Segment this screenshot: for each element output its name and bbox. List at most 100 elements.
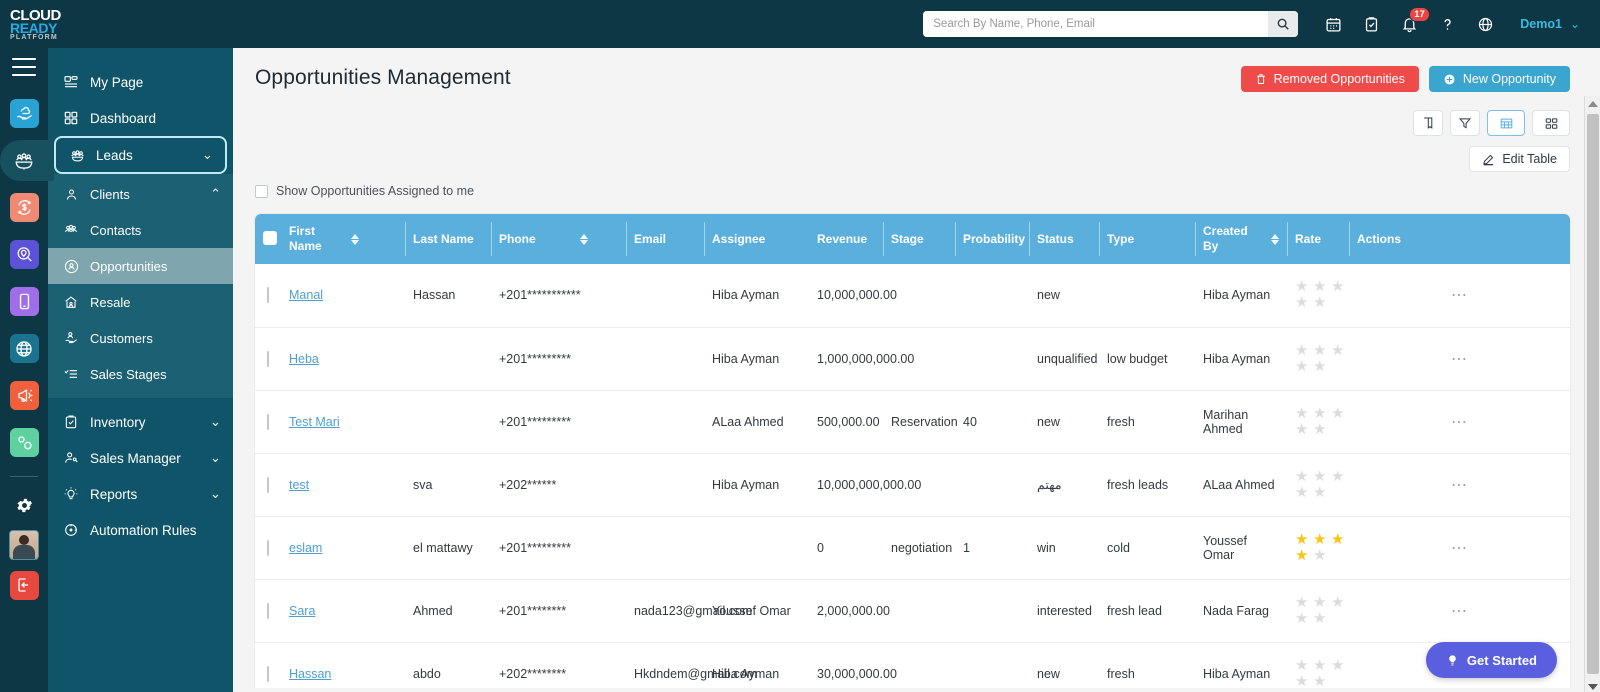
star-icon[interactable]: ★: [1331, 657, 1349, 674]
sidebar-item-sales-stages[interactable]: Sales Stages: [48, 356, 233, 392]
star-icon[interactable]: ★: [1313, 421, 1331, 438]
menu-toggle-icon[interactable]: [12, 58, 36, 76]
star-icon[interactable]: ★: [1331, 531, 1349, 548]
rail-item-megaphone[interactable]: [0, 372, 48, 419]
column-rate[interactable]: Rate: [1287, 214, 1349, 264]
star-icon[interactable]: ★: [1295, 405, 1313, 422]
column-revenue[interactable]: Revenue: [809, 214, 883, 264]
sidebar-item-leads[interactable]: Leads ⌄: [54, 136, 227, 174]
rail-item-leads[interactable]: [0, 137, 54, 184]
rail-item-hand-cloud[interactable]: [0, 90, 48, 137]
table-view-icon[interactable]: [1487, 110, 1525, 136]
logout-icon[interactable]: [0, 565, 48, 605]
removed-opportunities-button[interactable]: Removed Opportunities: [1240, 66, 1419, 92]
cell-rate[interactable]: ★ ★ ★ ★ ★: [1287, 327, 1349, 391]
column-created-by[interactable]: Created By: [1195, 214, 1287, 264]
star-icon[interactable]: ★: [1295, 295, 1313, 311]
scroll-down-arrow[interactable]: [1585, 684, 1600, 690]
settings-gear-icon[interactable]: [0, 485, 48, 525]
bookmark-icon[interactable]: [1413, 110, 1443, 136]
table-row[interactable]: Manal Hassan +201*********** Hiba Ayman 10,0…: [255, 264, 1570, 328]
select-all-header[interactable]: [255, 214, 281, 264]
star-icon[interactable]: ★: [1313, 358, 1331, 375]
star-icon[interactable]: ★: [1331, 279, 1349, 295]
star-icon[interactable]: ★: [1313, 610, 1331, 627]
cell-rate[interactable]: ★ ★ ★ ★ ★: [1287, 264, 1349, 328]
new-opportunity-button[interactable]: New Opportunity: [1428, 66, 1570, 92]
sidebar-item-sales-manager[interactable]: Sales Manager ⌄: [48, 440, 233, 476]
star-icon[interactable]: ★: [1295, 610, 1313, 627]
get-started-button[interactable]: Get Started: [1425, 642, 1557, 678]
clipboard-check-icon[interactable]: [1354, 7, 1388, 41]
first-name-link[interactable]: eslam: [289, 541, 322, 555]
column-probability[interactable]: Probability: [955, 214, 1029, 264]
row-actions-menu[interactable]: ⋯: [1349, 327, 1570, 391]
first-name-link[interactable]: Test Mari: [289, 415, 340, 429]
globe-icon[interactable]: [1468, 7, 1502, 41]
row-actions-menu[interactable]: ⋯: [1349, 264, 1570, 328]
table-row[interactable]: Heba +201********* Hiba Ayman 1,000,000,000…: [255, 327, 1570, 391]
first-name-link[interactable]: Hassan: [289, 667, 331, 681]
sidebar-item-contacts[interactable]: Contacts: [48, 212, 233, 248]
sort-icon[interactable]: [351, 233, 397, 245]
cell-first-name[interactable]: Manal: [281, 264, 405, 328]
star-icon[interactable]: ★: [1295, 657, 1313, 674]
rail-item-globe-network[interactable]: [0, 325, 48, 372]
first-name-link[interactable]: Sara: [289, 604, 315, 618]
row-actions-menu[interactable]: ⋯: [1349, 390, 1570, 454]
row-select-cell[interactable]: [255, 264, 281, 328]
column-first-name[interactable]: First Name: [281, 214, 343, 264]
row-checkbox[interactable]: [267, 413, 269, 430]
row-checkbox[interactable]: [267, 539, 269, 556]
rating-stars[interactable]: ★ ★ ★ ★ ★: [1295, 594, 1353, 627]
cell-rate[interactable]: ★ ★ ★ ★ ★: [1287, 642, 1349, 692]
edit-table-button[interactable]: Edit Table: [1469, 146, 1570, 172]
rating-stars[interactable]: ★ ★ ★ ★ ★: [1295, 342, 1353, 375]
column-last-name[interactable]: Last Name: [405, 214, 491, 264]
sidebar-item-inventory[interactable]: Inventory ⌄: [48, 404, 233, 440]
sort-first-name[interactable]: [343, 214, 405, 264]
help-icon[interactable]: [1430, 7, 1464, 41]
star-icon[interactable]: ★: [1313, 405, 1331, 422]
star-icon[interactable]: ★: [1295, 342, 1313, 359]
card-view-icon[interactable]: [1532, 110, 1570, 136]
table-row[interactable]: Test Mari +201********* ALaa Ahmed 500,000.…: [255, 390, 1570, 454]
sidebar-item-my-page[interactable]: My Page: [48, 64, 233, 100]
star-icon[interactable]: ★: [1331, 594, 1349, 611]
column-email[interactable]: Email: [626, 214, 704, 264]
star-icon[interactable]: ★: [1295, 594, 1313, 611]
brand-logo[interactable]: CLOUD READY PLATFORM: [0, 8, 90, 41]
sidebar-item-clients[interactable]: Clients ⌃: [48, 176, 233, 212]
cell-first-name[interactable]: eslam: [281, 516, 405, 580]
row-select-cell[interactable]: [255, 642, 281, 692]
row-select-cell[interactable]: [255, 579, 281, 643]
star-icon[interactable]: ★: [1295, 358, 1313, 375]
sort-icon[interactable]: [579, 233, 588, 245]
row-actions-menu[interactable]: ⋯: [1349, 516, 1570, 580]
table-row[interactable]: test sva +202****** Hiba Ayman 10,000,000,00…: [255, 453, 1570, 517]
assigned-to-me-filter[interactable]: Show Opportunities Assigned to me: [255, 184, 1570, 198]
cell-first-name[interactable]: test: [281, 453, 405, 517]
star-icon[interactable]: ★: [1313, 468, 1331, 485]
row-select-cell[interactable]: [255, 453, 281, 517]
assigned-to-me-checkbox[interactable]: [255, 184, 268, 198]
star-icon[interactable]: ★: [1295, 279, 1313, 295]
rating-stars[interactable]: ★ ★ ★ ★ ★: [1295, 468, 1353, 501]
cell-first-name[interactable]: Sara: [281, 579, 405, 643]
table-row[interactable]: eslam el mattawy +201********* 0 negotiation…: [255, 516, 1570, 580]
cell-first-name[interactable]: Hassan: [281, 642, 405, 692]
sidebar-item-opportunities[interactable]: Opportunities: [48, 248, 233, 284]
cell-rate[interactable]: ★ ★ ★ ★ ★: [1287, 453, 1349, 517]
star-icon[interactable]: ★: [1313, 484, 1331, 501]
star-icon[interactable]: ★: [1313, 547, 1331, 564]
sidebar-item-customers[interactable]: Customers: [48, 320, 233, 356]
rating-stars[interactable]: ★ ★ ★ ★ ★: [1295, 531, 1353, 564]
chevron-down-icon[interactable]: ⌄: [1570, 17, 1592, 31]
column-assignee[interactable]: Assignee: [704, 214, 809, 264]
first-name-link[interactable]: Manal: [289, 288, 323, 302]
row-checkbox[interactable]: [267, 350, 269, 367]
filter-icon[interactable]: [1450, 110, 1480, 136]
rating-stars[interactable]: ★ ★ ★ ★ ★: [1295, 657, 1353, 690]
star-icon[interactable]: ★: [1295, 484, 1313, 501]
row-checkbox[interactable]: [267, 476, 269, 493]
